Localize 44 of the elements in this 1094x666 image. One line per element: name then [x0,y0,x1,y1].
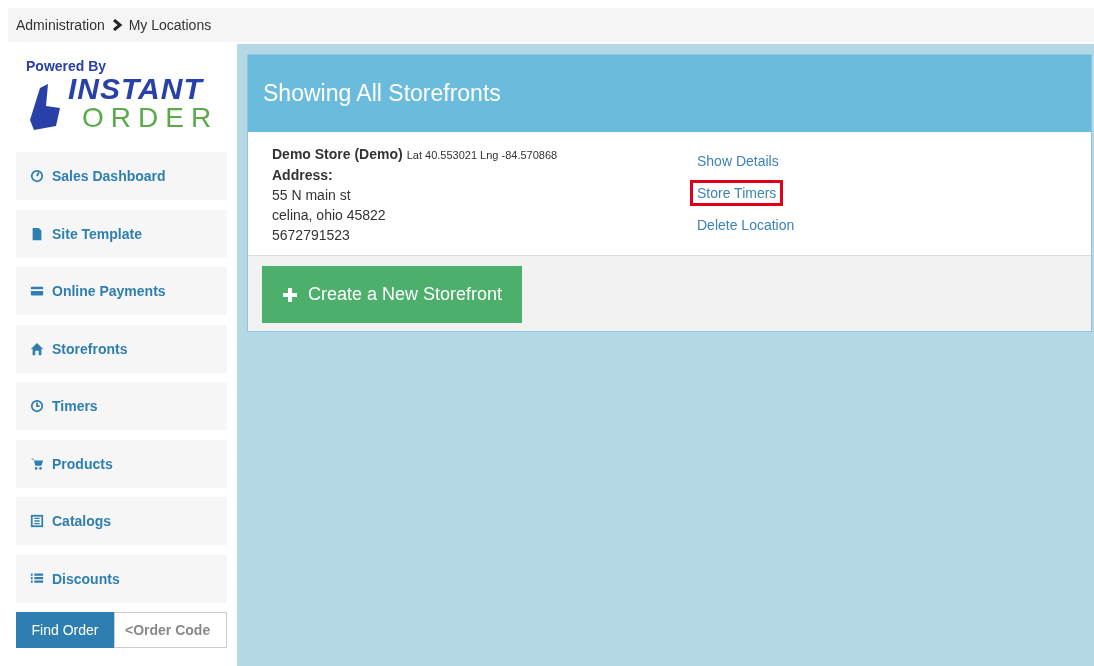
chevron-icon [110,19,123,31]
credit-card-icon [30,284,44,298]
logo-tagline: Powered By [26,58,108,74]
location-link[interactable]: Store Timers [690,180,784,206]
address-line: celina, ohio 45822 [272,206,387,225]
logo-text: INSTANT [68,74,205,104]
clock-icon [30,399,44,413]
find-order-button[interactable]: Find Order [16,612,114,648]
location-link[interactable]: Delete Location [690,212,802,238]
logo-text: ORDER [81,104,219,132]
address-label: Address: [272,166,334,185]
plus-icon [282,286,298,303]
sidebar-item[interactable]: Discounts [16,554,227,603]
sidebar-label: Online Payments [52,283,166,299]
sidebar-label: Discounts [52,570,120,587]
sidebar-item[interactable]: Site Template [16,209,227,258]
order-code-field[interactable]: <Order Code [114,612,227,648]
sidebar-label: Site Template [52,225,142,242]
breadcrumb-item: My Locations [128,17,212,33]
address-line: 5672791523 [272,226,351,245]
address-line: 55 N main st [272,186,352,205]
sidebar-label: Timers [52,398,98,414]
sidebar-label: Products [52,455,113,472]
sidebar-item[interactable]: Online Payments [16,267,227,315]
home-icon [30,341,44,356]
cart-icon [30,456,44,471]
file-icon [30,226,44,241]
sidebar-label: Sales Dashboard [52,168,166,184]
sidebar-label: Catalogs [52,513,112,529]
list-icon [30,571,44,586]
sidebar-item[interactable]: Products [16,439,227,488]
create-storefront-button[interactable]: Create a New Storefront [262,266,523,323]
sidebar-item[interactable]: Sales Dashboard [16,152,227,200]
list-box-icon [30,514,44,528]
sidebar-item[interactable]: Catalogs [16,497,227,545]
location-link[interactable]: Show Details [690,148,786,174]
panel-title: Showing All Storefronts [248,55,1091,132]
breadcrumb-item[interactable]: Administration [16,17,105,33]
sidebar-item[interactable]: Storefronts [16,324,227,373]
store-coordinates: Lat 40.553021 Lng -84.570868 [406,149,558,161]
sidebar-label: Storefronts [52,340,128,357]
sidebar-item[interactable]: Timers [16,382,227,430]
store-name: Demo Store (Demo) [272,146,403,162]
dashboard-icon [30,169,44,183]
